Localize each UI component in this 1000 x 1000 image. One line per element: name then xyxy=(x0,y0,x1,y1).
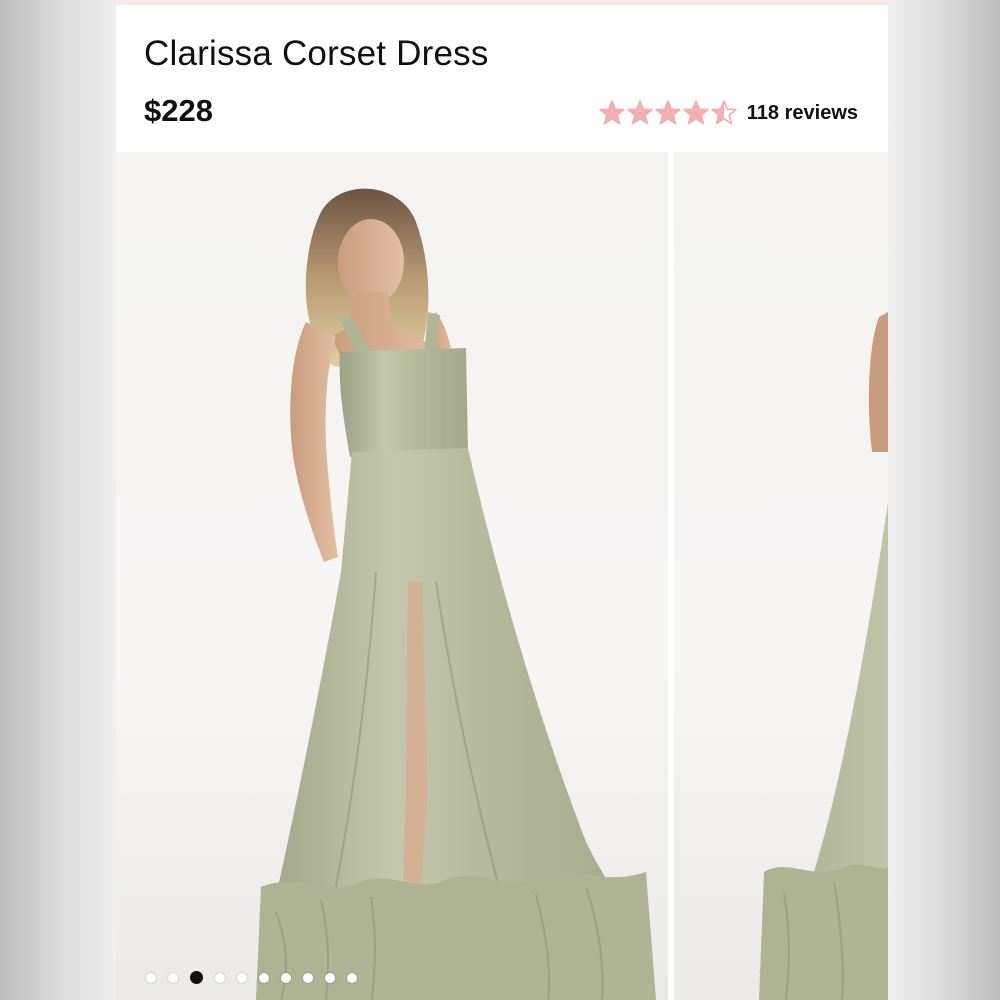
pagination-dot[interactable] xyxy=(168,972,178,983)
reviews-link[interactable]: 118 reviews xyxy=(747,102,858,125)
pagination-dot[interactable] xyxy=(281,972,291,983)
star-rating xyxy=(598,100,737,126)
star-half-icon xyxy=(710,100,737,125)
product-page: Clarissa Corset Dress $228 118 reviews xyxy=(116,0,888,1000)
background-blur-left xyxy=(0,0,116,1000)
dress-photo-front xyxy=(256,188,656,1000)
star-full-icon xyxy=(654,100,681,125)
product-title: Clarissa Corset Dress xyxy=(144,34,489,73)
pagination-dot[interactable] xyxy=(303,972,313,983)
background-blur-right xyxy=(888,0,1000,1000)
product-image-front[interactable] xyxy=(116,152,668,1000)
star-full-icon xyxy=(626,100,653,125)
top-accent-strip xyxy=(116,0,888,5)
star-full-icon xyxy=(598,100,625,125)
pagination-dot-active[interactable] xyxy=(190,971,203,984)
product-image-carousel[interactable] xyxy=(116,152,888,1000)
pagination-dot[interactable] xyxy=(259,972,269,983)
carousel-pagination xyxy=(146,971,357,984)
pagination-dot[interactable] xyxy=(325,972,335,983)
pagination-dot[interactable] xyxy=(347,972,357,983)
pagination-dot[interactable] xyxy=(146,972,156,983)
rating-summary[interactable]: 118 reviews xyxy=(598,98,858,128)
star-full-icon xyxy=(682,100,709,125)
product-price: $228 xyxy=(144,93,213,128)
product-image-side[interactable] xyxy=(674,152,888,1000)
dress-photo-partial xyxy=(759,312,888,1000)
pagination-dot[interactable] xyxy=(215,972,225,983)
pagination-dot[interactable] xyxy=(237,972,247,983)
